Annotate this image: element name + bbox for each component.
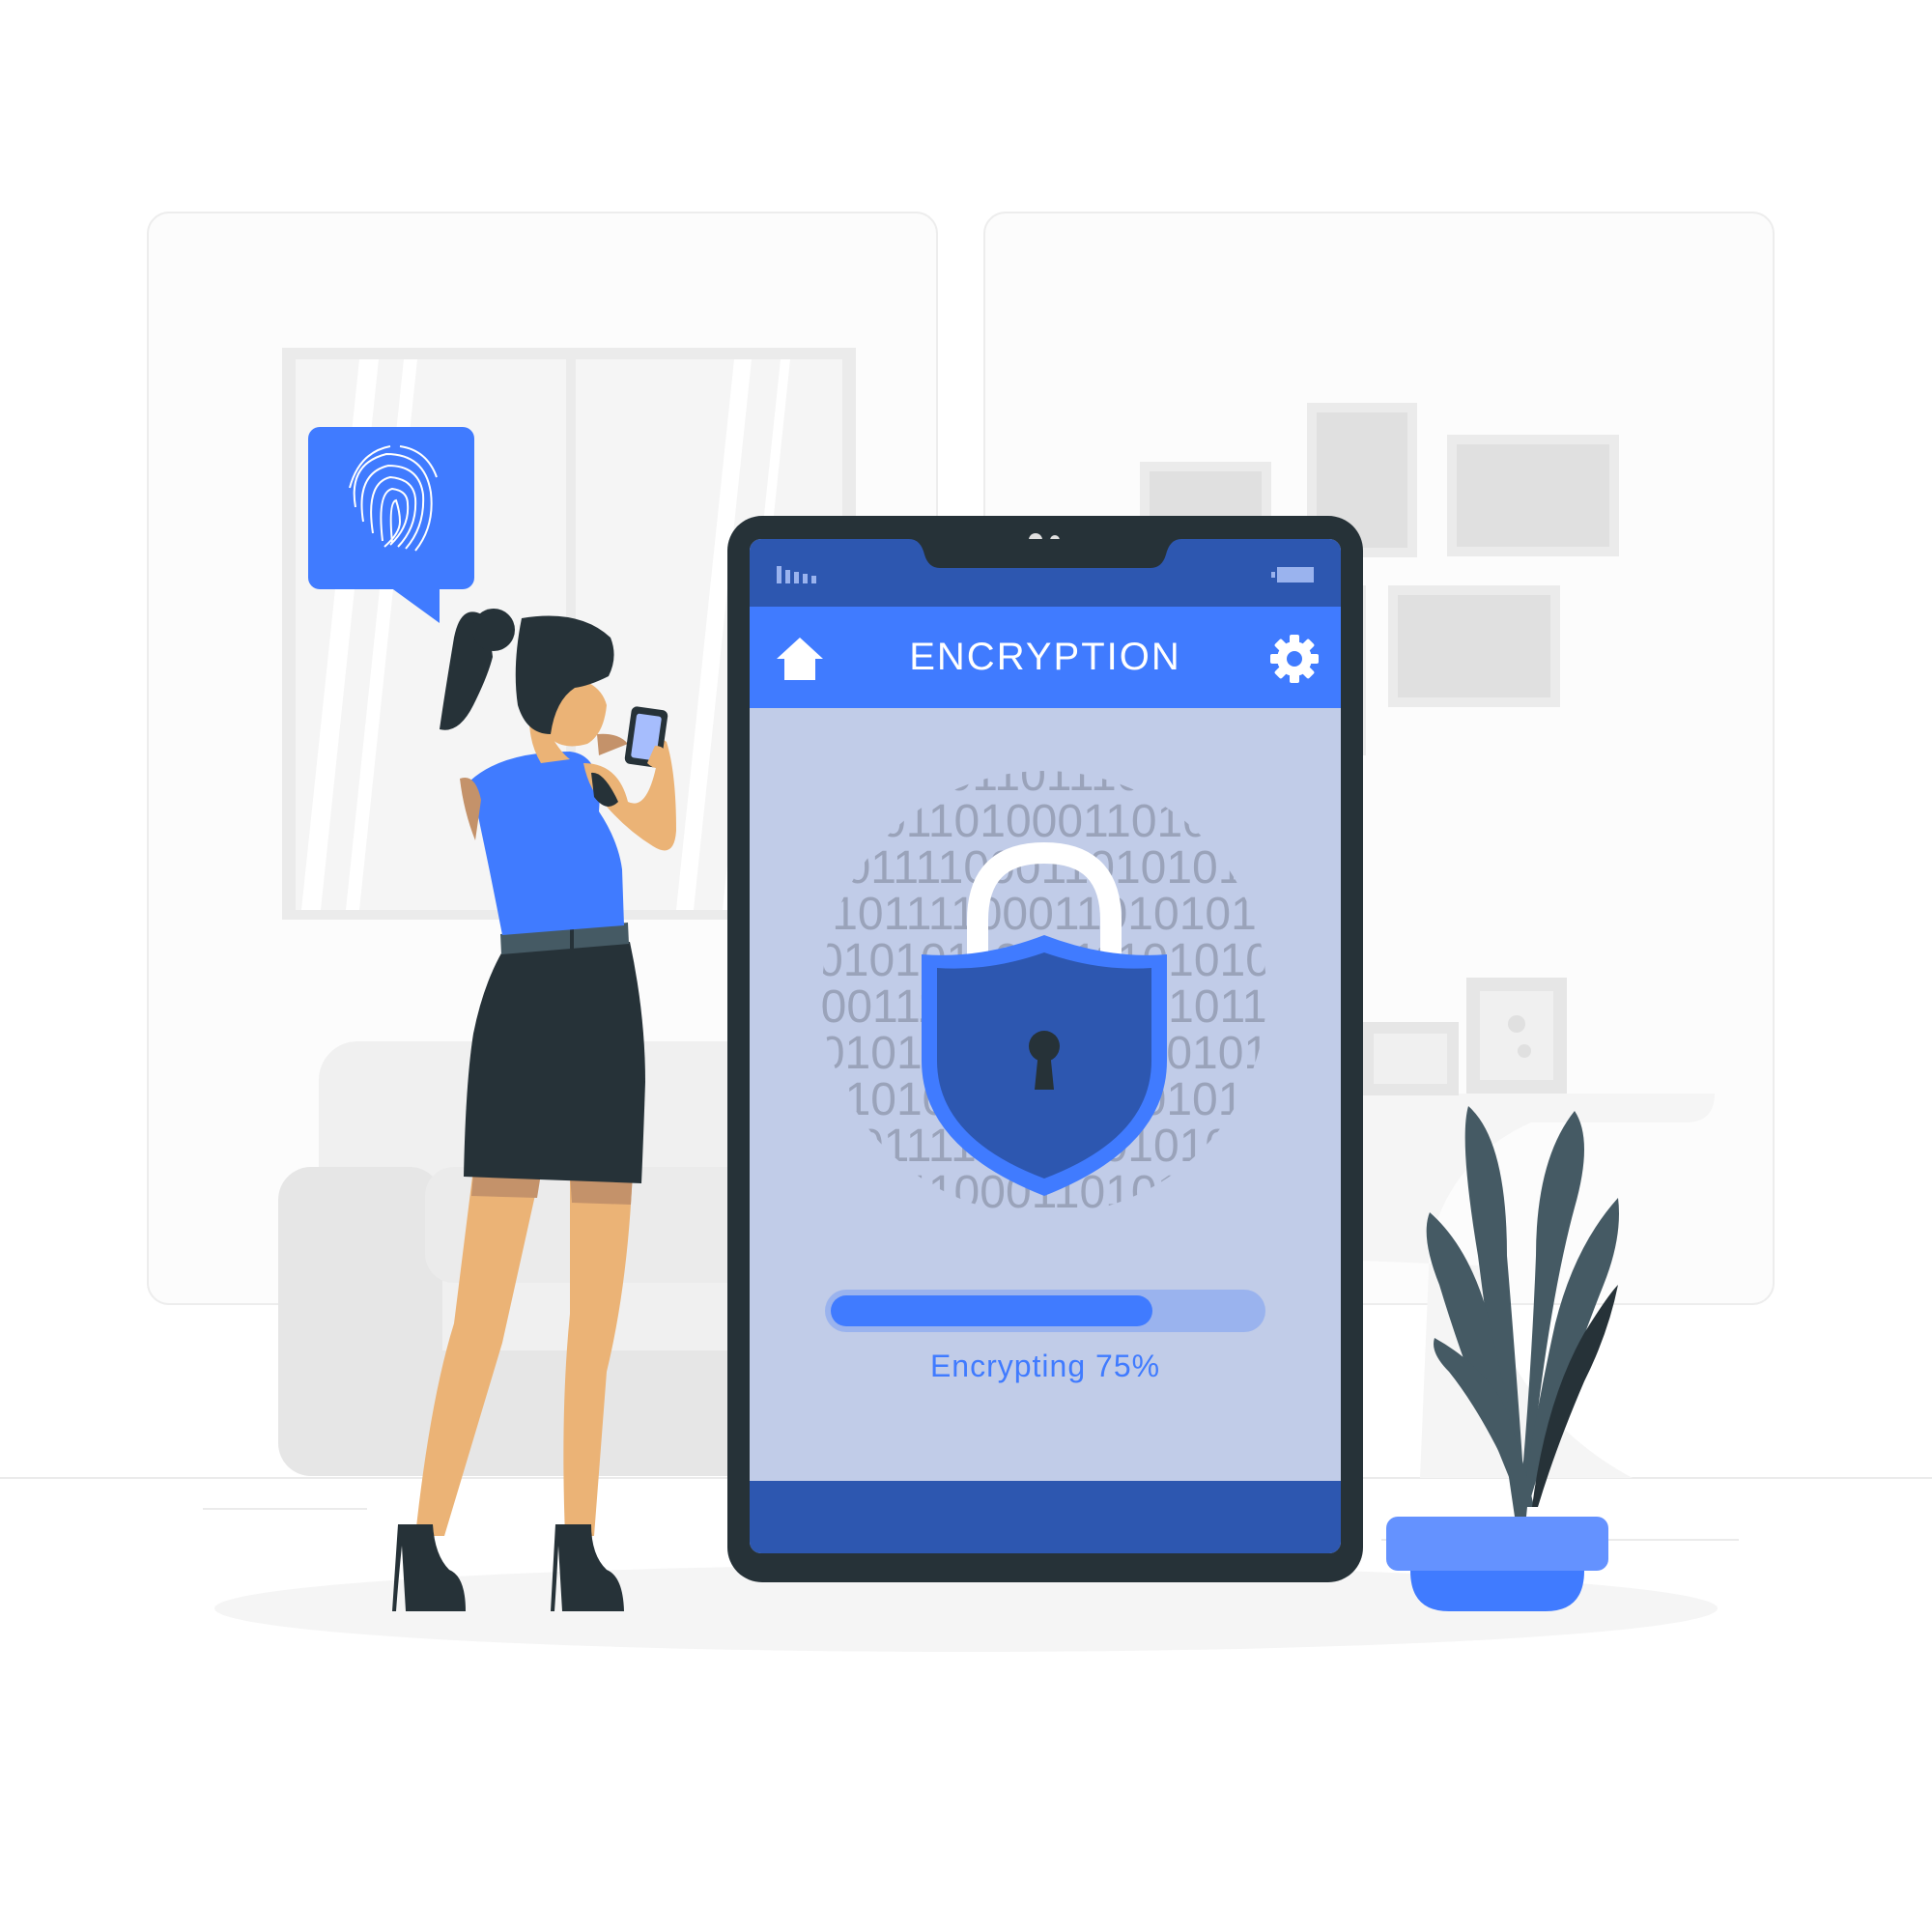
encryption-progress-bar: [825, 1290, 1265, 1332]
svg-text:10111100011010101: 10111100011010101: [832, 889, 1257, 940]
gear-icon: [1270, 635, 1319, 683]
phone-notch: [909, 539, 1181, 568]
app-title: ENCRYPTION: [909, 636, 1181, 678]
svg-text:01101110: 01101110: [947, 761, 1143, 801]
encryption-progress-fill: [831, 1295, 1152, 1326]
battery-icon: [1271, 567, 1314, 582]
settings-button[interactable]: [1269, 634, 1320, 684]
encryption-progress-label: Encrypting 75%: [929, 1349, 1161, 1383]
app-header: ENCRYPTION: [750, 607, 1341, 708]
bottom-bar: [750, 1481, 1341, 1553]
signal-icon: [777, 566, 816, 583]
padlock-shield-icon: 01101110 0110100011010 0111100011010101 …: [822, 761, 1266, 1215]
svg-text:0110100011010: 0110100011010: [880, 796, 1208, 847]
encryption-scene: ENCRYPTION 01101110 0110100011010 011110…: [0, 0, 1932, 1932]
phone-screen: ENCRYPTION 01101110 0110100011010 011110…: [750, 539, 1341, 1553]
